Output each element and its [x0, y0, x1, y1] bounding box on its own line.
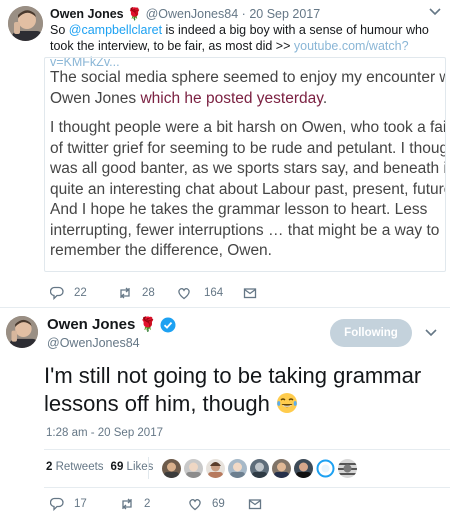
- tweet1-text-start: So: [50, 23, 69, 37]
- reply-icon: [50, 286, 64, 300]
- tweet2-text-body: I'm still not going to be taking grammar…: [44, 363, 422, 416]
- retweets-stat-count: 2: [46, 461, 53, 473]
- quote-line: Owen Jones which he posted yesterday.: [50, 89, 445, 110]
- quote-inline-link[interactable]: which he posted yesterday: [140, 90, 322, 107]
- tweet1-action-bar: 22 28 164: [44, 286, 267, 300]
- tweet2-avatar[interactable]: [6, 316, 38, 348]
- reply-count: 22: [74, 287, 87, 299]
- quote-line: And I hope he takes the grammar lesson t…: [50, 201, 428, 218]
- tweet2-timestamp[interactable]: 1:28 am - 20 Sep 2017: [46, 427, 163, 439]
- stats-bottom-divider: [44, 487, 450, 488]
- tweet1-avatar[interactable]: [8, 6, 43, 41]
- tweet1-separator: ·: [241, 7, 246, 21]
- quote-line: remember the difference, Owen.: [50, 242, 272, 259]
- liker-avatar[interactable]: [228, 459, 247, 478]
- reply-count: 17: [74, 498, 87, 510]
- like-button[interactable]: 164: [177, 286, 243, 300]
- quote-line-end: .: [322, 89, 328, 107]
- liker-avatar[interactable]: [184, 459, 203, 478]
- liker-avatar[interactable]: [162, 459, 181, 478]
- tweet1-header: Owen Jones 🌹 @OwenJones84 · 20 Sep 2017: [50, 7, 320, 21]
- heart-icon: [178, 288, 190, 300]
- likes-stat-label: Likes: [126, 461, 154, 473]
- liker-avatar[interactable]: [338, 459, 357, 478]
- likers-avatar-list: [162, 459, 360, 478]
- chevron-down-icon[interactable]: [424, 327, 438, 339]
- quote-line: interrupting, fewer interruptions … that…: [50, 221, 440, 239]
- reply-button[interactable]: 17: [50, 497, 120, 511]
- quote-line: of twitter grief for seeming to be rude …: [50, 139, 446, 157]
- retweet-count: 2: [144, 498, 151, 510]
- quoted-article-body: The social media sphere seemed to enjoy …: [50, 61, 446, 262]
- quote-line-text: Owen Jones: [50, 89, 141, 107]
- like-count: 164: [204, 287, 224, 299]
- retweet-button[interactable]: 28: [118, 286, 177, 300]
- direct-message-button[interactable]: [243, 286, 267, 300]
- tweet1-mention-link[interactable]: @campbellclaret: [69, 23, 162, 37]
- mail-icon: [243, 288, 257, 299]
- stats-separator: [148, 457, 149, 479]
- tweet2-text: I'm still not going to be taking grammar…: [44, 362, 444, 418]
- avatar-image: [8, 6, 43, 41]
- stats-top-divider: [44, 449, 450, 450]
- tweet1-author-handle[interactable]: @OwenJones84: [146, 7, 239, 21]
- liker-avatar[interactable]: [272, 459, 291, 478]
- retweets-stat-label: Retweets: [55, 461, 104, 473]
- liker-avatar[interactable]: [206, 459, 225, 478]
- rose-icon: 🌹: [127, 7, 143, 21]
- retweet-icon: [120, 287, 130, 299]
- likes-stat-count: 69: [110, 461, 124, 473]
- reply-icon: [50, 497, 64, 511]
- quote-line: I thought people were a bit harsh on Owe…: [50, 119, 446, 136]
- retweet-icon: [122, 498, 132, 510]
- liker-avatar[interactable]: [316, 459, 335, 478]
- rose-icon: 🌹: [139, 316, 157, 332]
- tears-of-joy-emoji-icon: [276, 393, 297, 413]
- quote-paragraph-2: I thought people were a bit harsh on Owe…: [50, 118, 446, 262]
- tweet1-date[interactable]: 20 Sep 2017: [249, 7, 320, 21]
- quote-line: was all good banter, as we sports stars …: [50, 160, 446, 177]
- likes-stat[interactable]: 69 Likes: [111, 461, 154, 473]
- reply-button[interactable]: 22: [50, 286, 118, 300]
- tweet2-stats: 2 Retweets 69 Likes: [44, 461, 153, 473]
- following-button[interactable]: Following: [330, 319, 412, 347]
- tweet2-action-bar: 17 2 69: [44, 497, 272, 511]
- quote-line: The social media sphere seemed to enjoy …: [50, 69, 446, 86]
- tweet2-author-row: Owen Jones 🌹: [47, 316, 176, 333]
- quote-line: quite an interesting chat about Labour p…: [50, 180, 446, 198]
- tweet2-author-handle[interactable]: @OwenJones84: [47, 336, 140, 350]
- quoted-article-card[interactable]: The social media sphere seemed to enjoy …: [44, 57, 446, 272]
- like-button[interactable]: 69: [188, 497, 248, 511]
- liker-avatar[interactable]: [294, 459, 313, 478]
- verified-badge-icon: [160, 317, 176, 332]
- tweet1-author-name[interactable]: Owen Jones: [50, 7, 124, 21]
- mail-icon: [248, 499, 262, 510]
- retweet-count: 28: [142, 287, 155, 299]
- liker-avatar[interactable]: [250, 459, 269, 478]
- direct-message-button[interactable]: [248, 497, 272, 511]
- tweet-divider: [0, 307, 450, 308]
- avatar-image: [6, 316, 38, 348]
- chevron-down-icon[interactable]: [428, 6, 442, 18]
- retweets-stat[interactable]: 2 Retweets: [46, 461, 104, 473]
- heart-icon: [189, 499, 201, 511]
- tweet2-author-name[interactable]: Owen Jones: [47, 316, 135, 333]
- retweet-button[interactable]: 2: [120, 497, 188, 511]
- quote-paragraph-1: The social media sphere seemed to enjoy …: [50, 68, 446, 110]
- like-count: 69: [212, 498, 225, 510]
